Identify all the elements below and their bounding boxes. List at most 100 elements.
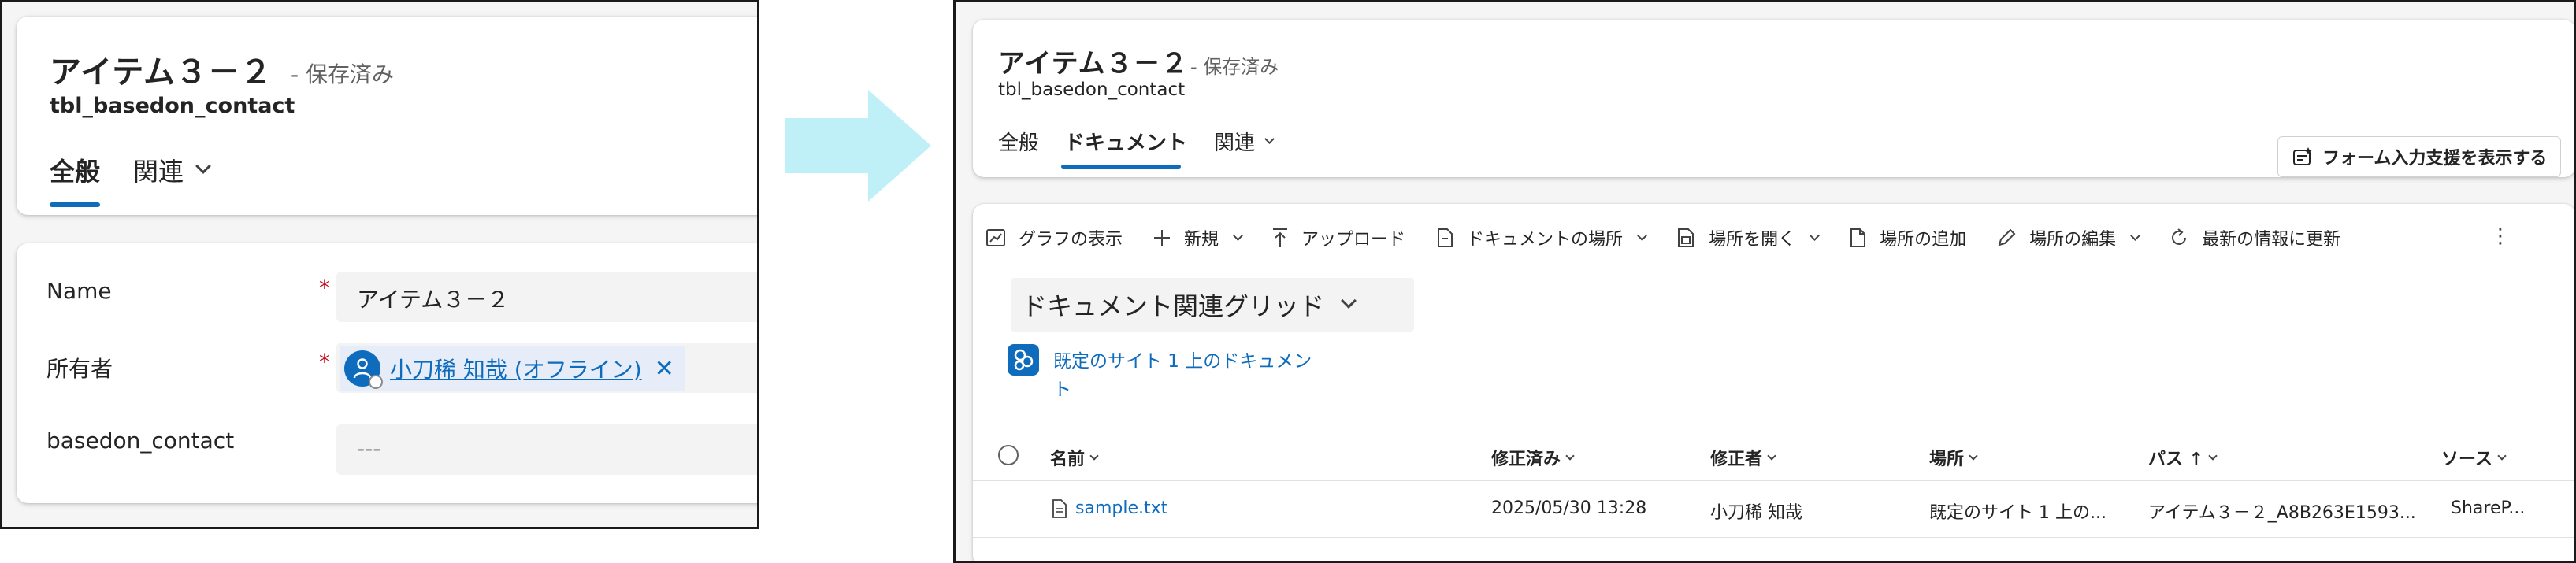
basedon-contact-input[interactable]: --- — [336, 424, 757, 475]
new-label: 新規 — [1184, 230, 1219, 250]
column-header-label: 名前 — [1050, 450, 1086, 469]
column-header-source[interactable]: ソース — [2441, 445, 2507, 470]
save-status: - 保存済み — [1190, 56, 1279, 78]
refresh-icon — [2172, 228, 2187, 245]
transition-arrow-icon — [785, 90, 931, 202]
text-file-icon — [1052, 498, 1067, 518]
chevron-down-icon — [1341, 293, 1357, 309]
add-location-icon — [1850, 228, 1866, 247]
table-row[interactable]: sample.txt 2025/05/30 13:28 小刀稀 知哉 既定のサイ… — [973, 481, 2574, 538]
save-status: - 保存済み — [291, 61, 395, 87]
right-screenshot-frame: アイテム３－２ - 保存済み tbl_basedon_contact 全般 ドキ… — [953, 0, 2576, 563]
cell-path: アイテム３－２_A8B263E1593... — [2148, 503, 2416, 523]
column-header-location[interactable]: 場所 — [1929, 445, 1978, 470]
upload-icon — [1273, 228, 1288, 247]
document-icon — [1438, 228, 1453, 247]
tab-related-label: 関連 — [133, 157, 184, 187]
form-body: Name * アイテム３－２ 所有者 * 小刀稀 知哉 (オフライン) ✕ ba… — [17, 243, 757, 503]
chevron-down-icon — [1565, 451, 1575, 461]
command-bar: グラフの表示 新規 アップロード ドキュメントの場所 場所を開く 場所の追加 場… — [985, 218, 2370, 257]
add-location-button[interactable]: 場所の追加 — [1848, 225, 1966, 250]
chevron-down-icon — [2497, 451, 2507, 461]
tab-related[interactable]: 関連 — [1214, 127, 1275, 156]
form-header: アイテム３－２ - 保存済み tbl_basedon_contact 全般 ドキ… — [973, 20, 2574, 177]
cell-modified-by: 小刀稀 知哉 — [1710, 503, 1802, 523]
column-header-modified[interactable]: 修正済み — [1491, 445, 1575, 470]
basedon-contact-label: basedon_contact — [46, 428, 235, 454]
show-chart-button[interactable]: グラフの表示 — [985, 225, 1123, 250]
new-button[interactable]: 新規 — [1153, 225, 1243, 250]
chevron-down-icon — [1969, 451, 1978, 461]
open-location-icon — [1678, 228, 1694, 247]
form-assist-icon — [2293, 147, 2312, 165]
column-header-name[interactable]: 名前 — [1050, 445, 1099, 470]
chevron-down-icon — [1089, 451, 1099, 461]
active-tab-indicator — [50, 202, 100, 207]
user-avatar-icon — [344, 350, 383, 389]
cell-source: ShareP... — [2451, 498, 2526, 518]
cell-name: sample.txt — [1052, 498, 1167, 518]
sharepoint-location-link[interactable]: 既定のサイト 1 上のドキュメント — [1053, 347, 1313, 404]
entity-name: tbl_basedon_contact — [998, 80, 1186, 100]
chevron-down-icon — [2130, 230, 2140, 241]
view-selector[interactable]: ドキュメント関連グリッド — [1011, 278, 1414, 332]
entity-name: tbl_basedon_contact — [50, 94, 295, 118]
plus-icon — [1154, 230, 1171, 246]
more-commands-icon[interactable]: ⋮ — [2490, 224, 2511, 248]
document-location-label: ドキュメントの場所 — [1467, 230, 1624, 250]
open-location-label: 場所を開く — [1709, 230, 1796, 250]
tab-documents[interactable]: ドキュメント — [1064, 127, 1187, 156]
chevron-down-icon — [195, 158, 211, 174]
view-selector-label: ドキュメント関連グリッド — [1022, 291, 1325, 321]
refresh-button[interactable]: 最新の情報に更新 — [2169, 225, 2340, 250]
document-location-button[interactable]: ドキュメントの場所 — [1435, 225, 1647, 250]
edit-icon — [1998, 228, 2016, 246]
cell-location: 既定のサイト 1 上の... — [1929, 503, 2106, 523]
cell-modified: 2025/05/30 13:28 — [1491, 498, 1647, 518]
column-header-label: ソース — [2441, 450, 2492, 469]
column-header-label: 場所 — [1929, 450, 1965, 469]
add-location-label: 場所の追加 — [1880, 230, 1967, 250]
owner-label: 所有者 — [46, 356, 113, 382]
grid-header: 名前 修正済み 修正者 場所 パス ↑ ソース — [973, 429, 2574, 481]
tab-general[interactable]: 全般 — [50, 152, 100, 188]
documents-panel: グラフの表示 新規 アップロード ドキュメントの場所 場所を開く 場所の追加 場… — [973, 204, 2574, 561]
chevron-down-icon — [1637, 230, 1647, 241]
left-screenshot-frame: アイテム３－２ - 保存済み tbl_basedon_contact 全般 関連… — [0, 0, 759, 529]
form-fill-assist-button[interactable]: フォーム入力支援を表示する — [2277, 136, 2561, 177]
chevron-down-icon — [1767, 451, 1776, 461]
presence-offline-icon — [369, 375, 383, 389]
owner-link[interactable]: 小刀稀 知哉 (オフライン) — [390, 353, 642, 384]
chevron-down-icon — [1810, 230, 1820, 241]
name-label: Name — [46, 278, 112, 304]
record-title: アイテム３－２ — [998, 48, 1189, 80]
file-link[interactable]: sample.txt — [1075, 498, 1167, 518]
tab-general[interactable]: 全般 — [998, 127, 1039, 156]
chevron-down-icon — [1233, 230, 1243, 241]
owner-lookup-chip[interactable]: 小刀稀 知哉 (オフライン) ✕ — [340, 346, 685, 391]
tab-related-label: 関連 — [1214, 131, 1256, 155]
chevron-down-icon — [1264, 134, 1275, 144]
tab-related[interactable]: 関連 — [133, 152, 211, 188]
form-header: アイテム３－２ - 保存済み tbl_basedon_contact 全般 関連 — [17, 17, 757, 215]
record-title: アイテム３－２ — [50, 54, 273, 91]
select-all-checkbox[interactable] — [998, 445, 1019, 465]
edit-location-label: 場所の編集 — [2029, 230, 2117, 250]
remove-owner-icon[interactable]: ✕ — [655, 355, 674, 383]
chart-icon — [986, 229, 1005, 246]
sharepoint-icon — [1008, 344, 1039, 376]
name-input[interactable]: アイテム３－２ — [336, 272, 757, 322]
chevron-down-icon — [2208, 451, 2218, 461]
column-header-path[interactable]: パス ↑ — [2148, 445, 2218, 470]
refresh-label: 最新の情報に更新 — [2202, 230, 2341, 250]
required-indicator: * — [319, 275, 330, 301]
required-indicator: * — [319, 349, 330, 375]
column-header-modified-by[interactable]: 修正者 — [1710, 445, 1776, 470]
open-location-button[interactable]: 場所を開く — [1676, 225, 1820, 250]
column-header-label: 修正済み — [1491, 450, 1561, 469]
show-chart-label: グラフの表示 — [1019, 230, 1123, 250]
upload-button[interactable]: アップロード — [1271, 225, 1405, 250]
active-tab-indicator — [1061, 165, 1181, 169]
edit-location-button[interactable]: 場所の編集 — [1996, 225, 2140, 250]
column-header-label: 修正者 — [1710, 450, 1763, 469]
